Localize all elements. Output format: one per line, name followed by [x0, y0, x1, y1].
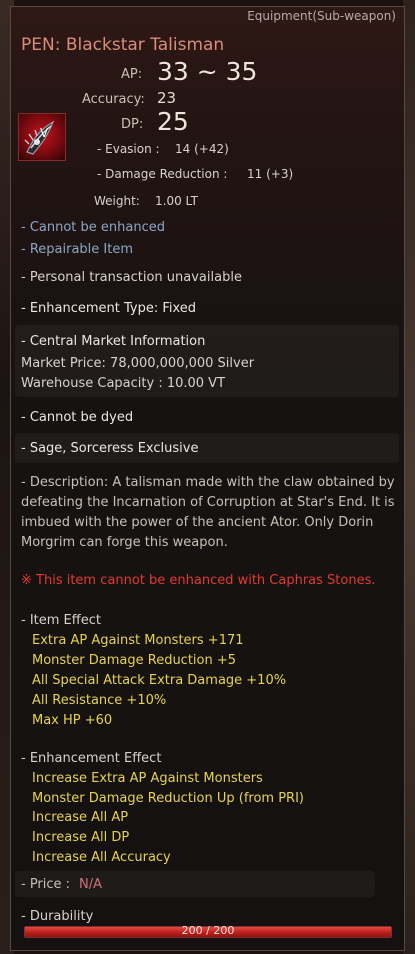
ap-label: AP:: [121, 67, 143, 82]
repairable-flag: - Repairable Item: [21, 242, 133, 257]
grade-badge: V: [40, 126, 49, 140]
evasion-label: - Evasion :: [97, 142, 160, 156]
market-heading: - Central Market Information: [21, 334, 206, 349]
damage-reduction-label: - Damage Reduction :: [97, 167, 228, 181]
item-tooltip: Equipment(Sub-weapon) PEN: Blackstar Tal…: [10, 6, 405, 951]
durability-text: 200 / 200: [181, 924, 235, 937]
dp-label: DP:: [121, 117, 144, 132]
weight-label: Weight:: [94, 194, 140, 208]
description-line-4: Morgrim can forge this weapon.: [21, 535, 228, 550]
cannot-enhance-flag: - Cannot be enhanced: [21, 220, 165, 235]
market-price: Market Price: 78,000,000,000 Silver: [21, 356, 255, 371]
durability-label: - Durability: [21, 909, 94, 924]
enhancement-type: - Enhancement Type: Fixed: [21, 301, 197, 316]
durability-bar: 200 / 200: [24, 924, 392, 938]
weight-value: 1.00 LT: [155, 194, 198, 208]
item-effect-line: Max HP +60: [32, 713, 113, 728]
price-label: - Price :: [21, 877, 71, 892]
description-line-3: imbued with the power of the ancient Ato…: [21, 515, 374, 530]
class-restriction: - Sage, Sorceress Exclusive: [21, 441, 199, 456]
item-effect-line: Extra AP Against Monsters +171: [32, 633, 244, 648]
item-category: Equipment(Sub-weapon): [247, 9, 396, 23]
enhancement-effect-heading: - Enhancement Effect: [21, 751, 162, 766]
warehouse-capacity: Warehouse Capacity : 10.00 VT: [21, 376, 226, 391]
enhancement-effect-line: Monster Damage Reduction Up (from PRI): [32, 791, 304, 806]
description-line-1: - Description: A talisman made with the …: [21, 475, 395, 490]
item-effect-line: All Special Attack Extra Damage +10%: [32, 673, 287, 688]
dye-restriction: - Cannot be dyed: [21, 410, 134, 425]
item-effect-line: Monster Damage Reduction +5: [32, 653, 237, 668]
item-effect-heading: - Item Effect: [21, 613, 101, 628]
description-line-2: defeating the Incarnation of Corruption …: [21, 495, 395, 510]
evasion-value: 14 (+42): [175, 142, 229, 156]
item-name: PEN: Blackstar Talisman: [21, 35, 225, 55]
accuracy-value: 23: [157, 89, 177, 107]
enhancement-effect-line: Increase All AP: [32, 810, 129, 825]
enhancement-effect-line: Increase All Accuracy: [32, 850, 171, 865]
enhancement-effect-line: Increase Extra AP Against Monsters: [32, 771, 263, 786]
damage-reduction-value: 11 (+3): [247, 167, 294, 181]
item-effect-line: All Resistance +10%: [32, 693, 167, 708]
talisman-claw-icon: V: [18, 113, 66, 161]
accuracy-label: Accuracy:: [82, 92, 145, 107]
price-value: N/A: [79, 877, 102, 892]
ap-value: 33 ~ 35: [157, 57, 258, 86]
enhancement-effect-line: Increase All DP: [32, 830, 130, 845]
personal-transaction-flag: - Personal transaction unavailable: [21, 270, 242, 285]
dp-value: 25: [157, 107, 189, 136]
caphras-warning: ※ This item cannot be enhanced with Caph…: [21, 573, 376, 588]
